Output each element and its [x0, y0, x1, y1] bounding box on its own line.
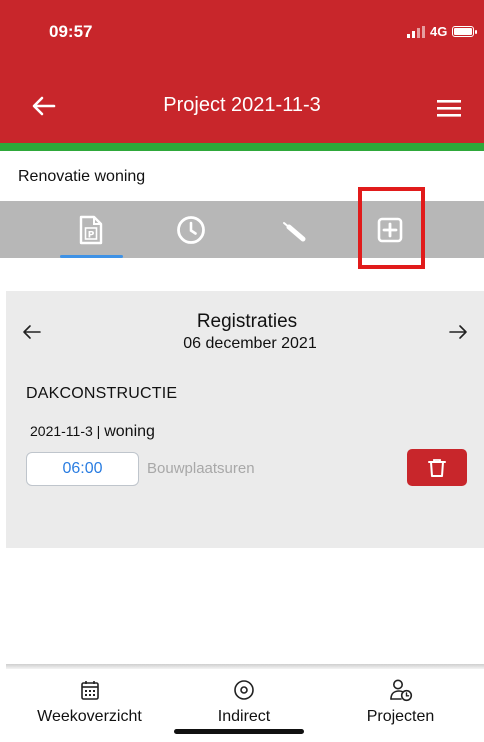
signal-icon	[407, 25, 425, 38]
target-icon	[234, 680, 254, 700]
nav-label: Weekoverzicht	[37, 708, 142, 725]
nav-indirect[interactable]: Indirect	[201, 677, 287, 726]
user-clock-icon	[389, 679, 412, 702]
clock-icon	[177, 215, 205, 244]
project-name: Renovatie woning	[18, 168, 146, 185]
hours-type-label: Bouwplaatsuren	[147, 460, 255, 477]
status-indicators: 4G	[407, 24, 478, 39]
nav-projecten[interactable]: Projecten	[355, 677, 446, 726]
tab-documents[interactable]: P	[61, 201, 121, 258]
nav-weekoverzicht[interactable]: Weekoverzicht	[27, 677, 152, 726]
next-day-button[interactable]	[446, 320, 470, 344]
hours-input[interactable]: 06:00	[26, 452, 139, 486]
tab-time[interactable]	[161, 201, 221, 258]
delete-registration-button[interactable]	[407, 449, 467, 486]
header-accent-strip	[0, 143, 484, 151]
tab-materials[interactable]	[263, 201, 323, 258]
registrations-date: 06 december 2021	[183, 335, 317, 352]
page-title: Project 2021-11-3	[163, 94, 321, 116]
menu-button[interactable]	[437, 98, 461, 118]
network-label: 4G	[430, 24, 448, 39]
registrations-title: Registraties	[196, 311, 298, 332]
nav-label: Indirect	[217, 708, 271, 725]
screwdriver-icon	[283, 221, 306, 241]
arrow-right-icon	[449, 325, 467, 339]
battery-icon	[452, 26, 478, 37]
svg-text:P: P	[88, 230, 95, 240]
status-time: 09:57	[49, 22, 93, 41]
trash-icon	[428, 458, 446, 477]
nav-label: Projecten	[366, 708, 435, 725]
home-indicator	[174, 729, 304, 734]
hamburger-menu-icon	[437, 100, 461, 117]
activity-group-title: DAKCONSTRUCTIE	[26, 385, 178, 402]
annotation-highlight-box	[358, 187, 425, 269]
project-short-name: woning	[104, 423, 155, 440]
document-p-icon: P	[79, 215, 103, 244]
registration-line: 2021-11-3 | woning	[30, 423, 155, 441]
project-code: 2021-11-3 |	[30, 423, 101, 439]
calendar-icon	[80, 681, 99, 700]
active-tab-indicator	[60, 255, 123, 258]
